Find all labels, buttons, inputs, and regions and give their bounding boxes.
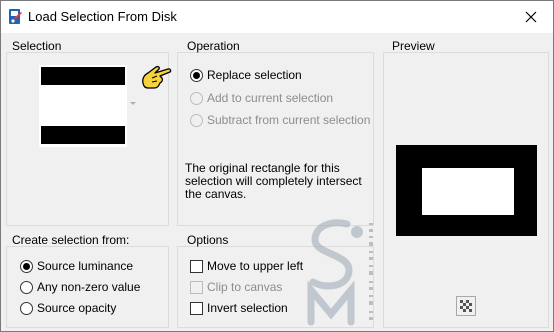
paintshop-icon [9, 9, 22, 24]
checkbox-box[interactable] [190, 301, 203, 315]
source-opacity-radio[interactable]: Source opacity [20, 301, 116, 315]
selection-thumbnail[interactable] [39, 65, 127, 147]
any-non-zero-radio[interactable]: Any non-zero value [20, 280, 140, 294]
radio-label: Replace selection [207, 68, 302, 82]
source-luminance-radio[interactable]: Source luminance [20, 259, 133, 273]
operation-info-text: The original rectangle for this selectio… [185, 161, 362, 201]
dialog-window: Load Selection From Disk Selection Opera… [0, 0, 554, 332]
radio-label: Subtract from current selection [207, 113, 371, 127]
replace-selection-radio[interactable]: Replace selection [190, 68, 302, 82]
radio-label: Any non-zero value [37, 280, 141, 294]
close-icon[interactable] [525, 11, 537, 23]
title-bar[interactable]: Load Selection From Disk [1, 1, 553, 33]
move-to-upper-left-checkbox[interactable]: Move to upper left [190, 259, 303, 273]
selection-group-label: Selection [12, 39, 62, 53]
clip-to-canvas-checkbox[interactable]: Clip to canvas [190, 280, 282, 294]
operation-group-label: Operation [187, 39, 240, 53]
radio-label: Add to current selection [207, 91, 334, 105]
chevron-down-icon[interactable] [130, 102, 136, 105]
radio-label: Source luminance [37, 259, 134, 273]
invert-selection-checkbox[interactable]: Invert selection [190, 301, 288, 315]
radio-indicator[interactable] [20, 280, 33, 294]
thumbnail-bottom-bar [41, 126, 125, 144]
pointing-hand-icon [142, 65, 172, 89]
window-title: Load Selection From Disk [28, 9, 177, 24]
close-button[interactable] [509, 1, 553, 33]
checkbox-box[interactable] [190, 259, 203, 273]
preview-group-label: Preview [392, 39, 435, 53]
radio-indicator[interactable] [190, 113, 203, 127]
checkerboard-icon[interactable] [456, 296, 476, 316]
add-to-selection-radio[interactable]: Add to current selection [190, 91, 333, 105]
checkbox-label: Clip to canvas [207, 280, 283, 294]
subtract-from-selection-radio[interactable]: Subtract from current selection [190, 113, 370, 127]
create-selection-group-label: Create selection from: [12, 233, 130, 247]
thumbnail-top-bar [41, 67, 125, 85]
watermark-vertical-strip [369, 223, 373, 320]
radio-indicator[interactable] [190, 68, 203, 82]
options-group-label: Options [187, 233, 229, 247]
checkbox-label: Invert selection [207, 301, 288, 315]
radio-indicator[interactable] [190, 91, 203, 105]
radio-indicator[interactable] [20, 301, 33, 315]
checkbox-box[interactable] [190, 280, 203, 294]
preview-selection-area [422, 168, 514, 215]
radio-indicator[interactable] [20, 259, 33, 273]
radio-label: Source opacity [37, 301, 117, 315]
checkbox-label: Move to upper left [207, 259, 304, 273]
